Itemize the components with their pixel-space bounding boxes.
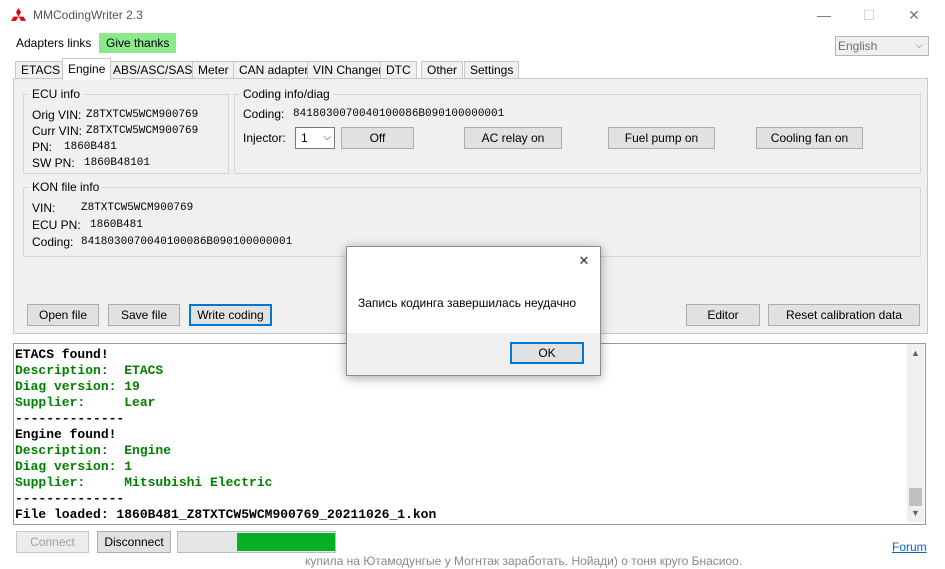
scroll-down-icon[interactable]: ▼ bbox=[907, 505, 924, 522]
menu-adapters-links[interactable]: Adapters links bbox=[9, 33, 98, 53]
scroll-up-icon[interactable]: ▲ bbox=[907, 345, 924, 362]
injector-value: 1 bbox=[301, 131, 308, 145]
coding-value: 8418030070040100086B090100000001 bbox=[293, 108, 505, 120]
off-button[interactable]: Off bbox=[341, 127, 414, 149]
title-bar: MMCodingWriter 2.3 — ☐ ✕ bbox=[0, 0, 945, 31]
kon-ecu-pn-value: 1860B481 bbox=[90, 219, 143, 231]
error-dialog: ✕ Запись кодинга завершилась неудачно OK bbox=[346, 246, 601, 376]
kon-coding-label: Coding: bbox=[32, 235, 74, 249]
coding-label: Coding: bbox=[243, 107, 285, 121]
coding-info-title: Coding info/diag bbox=[240, 87, 333, 101]
dialog-message: Запись кодинга завершилась неудачно bbox=[358, 296, 577, 310]
background-window-text: купила на Ютамодунгые у Могнтак заработа… bbox=[305, 554, 743, 568]
menu-give-thanks[interactable]: Give thanks bbox=[99, 33, 177, 53]
editor-button[interactable]: Editor bbox=[686, 304, 760, 326]
cooling-fan-button[interactable]: Cooling fan on bbox=[756, 127, 863, 149]
kon-vin-label: VIN: bbox=[32, 201, 56, 215]
tab-engine[interactable]: Engine bbox=[62, 58, 112, 80]
kon-vin-value: Z8TXTCW5WCM900769 bbox=[81, 202, 194, 214]
ecu-info-title: ECU info bbox=[29, 87, 84, 101]
dialog-close-button[interactable]: ✕ bbox=[573, 251, 595, 271]
curr-vin-value: Z8TXTCW5WCM900769 bbox=[86, 125, 199, 137]
ac-relay-button[interactable]: AC relay on bbox=[464, 127, 562, 149]
pn-value: 1860B481 bbox=[64, 141, 117, 153]
scrollbar-thumb[interactable] bbox=[909, 488, 922, 506]
log-line: Engine found! bbox=[15, 427, 117, 442]
log-line: -------------- bbox=[15, 491, 125, 506]
log-line: Diag version: 1 bbox=[15, 459, 133, 474]
log-line: Supplier: Mitsubishi Electric bbox=[15, 475, 273, 490]
language-value: English bbox=[838, 39, 878, 53]
disconnect-button[interactable]: Disconnect bbox=[97, 531, 171, 553]
forum-link[interactable]: Forum bbox=[892, 540, 927, 554]
sw-pn-value: 1860B48101 bbox=[84, 157, 151, 169]
pn-label: PN: bbox=[32, 140, 53, 154]
progress-fill bbox=[237, 533, 335, 551]
progress-bar bbox=[177, 531, 336, 553]
log-line: -------------- bbox=[15, 411, 125, 426]
maximize-button[interactable]: ☐ bbox=[846, 4, 892, 26]
kon-file-title: KON file info bbox=[29, 180, 103, 194]
chevron-down-icon: ⌵ bbox=[915, 40, 923, 51]
orig-vin-value: Z8TXTCW5WCM900769 bbox=[86, 109, 199, 121]
close-button[interactable]: ✕ bbox=[891, 4, 937, 26]
connect-button[interactable]: Connect bbox=[16, 531, 89, 553]
save-file-button[interactable]: Save file bbox=[108, 304, 180, 326]
chevron-down-icon: ⌵ bbox=[323, 132, 331, 143]
write-coding-button[interactable]: Write coding bbox=[189, 304, 272, 326]
log-line: Supplier: Lear bbox=[15, 395, 156, 410]
log-line: Diag version: 19 bbox=[15, 379, 140, 394]
log-line: ETACS found! bbox=[15, 347, 109, 362]
open-file-button[interactable]: Open file bbox=[27, 304, 99, 326]
sw-pn-label: SW PN: bbox=[32, 156, 75, 170]
ok-button[interactable]: OK bbox=[510, 342, 584, 364]
language-select[interactable]: English ⌵ bbox=[835, 36, 929, 56]
injector-select[interactable]: 1 ⌵ bbox=[295, 127, 335, 149]
log-line: File loaded: 1860B481_Z8TXTCW5WCM900769_… bbox=[15, 507, 437, 522]
kon-coding-value: 8418030070040100086B090100000001 bbox=[81, 236, 293, 248]
minimize-button[interactable]: — bbox=[801, 4, 847, 26]
log-line: Description: ETACS bbox=[15, 363, 164, 378]
fuel-pump-button[interactable]: Fuel pump on bbox=[608, 127, 715, 149]
orig-vin-label: Orig VIN: bbox=[32, 108, 82, 122]
curr-vin-label: Curr VIN: bbox=[32, 124, 83, 138]
injector-label: Injector: bbox=[243, 131, 286, 145]
reset-calibration-button[interactable]: Reset calibration data bbox=[768, 304, 920, 326]
kon-ecu-pn-label: ECU PN: bbox=[32, 218, 81, 232]
log-line: Description: Engine bbox=[15, 443, 172, 458]
window-title: MMCodingWriter 2.3 bbox=[33, 8, 143, 22]
mitsubishi-logo-icon bbox=[11, 8, 26, 21]
